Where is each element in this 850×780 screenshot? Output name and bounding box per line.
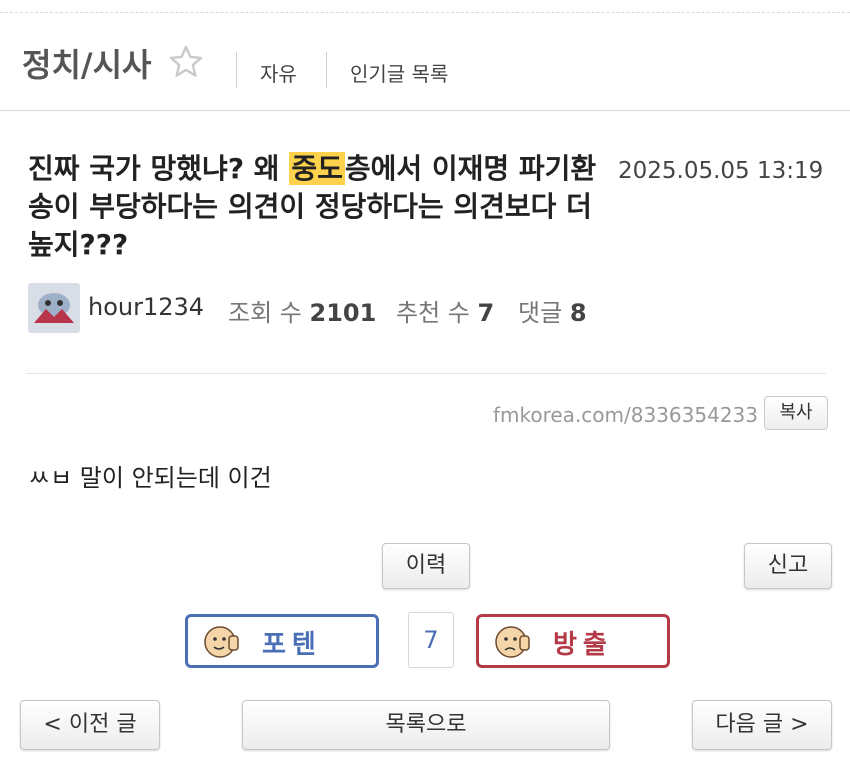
- comments-label: 댓글: [518, 299, 563, 327]
- prev-post-button[interactable]: < 이전 글: [20, 700, 160, 750]
- views-count: 2101: [309, 299, 377, 327]
- comments-count: 8: [569, 299, 587, 327]
- likes-stat: 추천 수 7: [396, 293, 494, 328]
- post-url[interactable]: fmkorea.com/8336354233: [493, 403, 758, 427]
- report-button[interactable]: 신고: [744, 543, 832, 589]
- title-highlight: 중도: [289, 152, 345, 185]
- comments-stat[interactable]: 댓글 8: [518, 293, 587, 328]
- favorite-star-icon[interactable]: [168, 44, 204, 80]
- post-title: 진짜 국가 망했냐? 왜 중도층에서 이재명 파기환송이 부당하다는 의견이 정…: [28, 150, 618, 264]
- nav-separator: [236, 52, 237, 88]
- thumbs-down-face-icon: [495, 626, 530, 658]
- avatar[interactable]: [28, 283, 80, 333]
- board-title[interactable]: 정치/시사: [22, 40, 151, 86]
- meta-divider: [26, 373, 826, 374]
- post-date: 2025.05.05 13:19: [618, 158, 824, 184]
- post-body: ㅆㅂ 말이 안되는데 이건: [28, 464, 272, 492]
- back-to-list-button[interactable]: 목록으로: [242, 700, 610, 750]
- top-dashed-line: [0, 12, 850, 13]
- author-name[interactable]: hour1234: [88, 293, 204, 321]
- thumbs-up-face-icon: [204, 626, 239, 658]
- history-button[interactable]: 이력: [382, 543, 470, 589]
- likes-count: 7: [477, 299, 495, 327]
- avatar-image: [28, 283, 80, 333]
- views-label: 조회 수: [228, 299, 302, 327]
- nav-separator: [326, 52, 327, 88]
- copy-url-button[interactable]: 복사: [764, 396, 828, 430]
- views-stat: 조회 수 2101: [228, 293, 376, 328]
- next-post-button[interactable]: 다음 글 >: [692, 700, 832, 750]
- upvote-button[interactable]: 포텐: [185, 614, 379, 668]
- title-text-start: 진짜 국가 망했냐? 왜: [28, 152, 290, 185]
- header-divider: [0, 110, 850, 111]
- nav-popular-list[interactable]: 인기글 목록: [350, 58, 448, 87]
- downvote-label: 방출: [553, 630, 613, 660]
- vote-count: 7: [408, 612, 454, 668]
- downvote-button[interactable]: 방출: [476, 614, 670, 668]
- upvote-label: 포텐: [262, 630, 322, 660]
- likes-label: 추천 수: [396, 299, 470, 327]
- nav-free[interactable]: 자유: [260, 58, 297, 87]
